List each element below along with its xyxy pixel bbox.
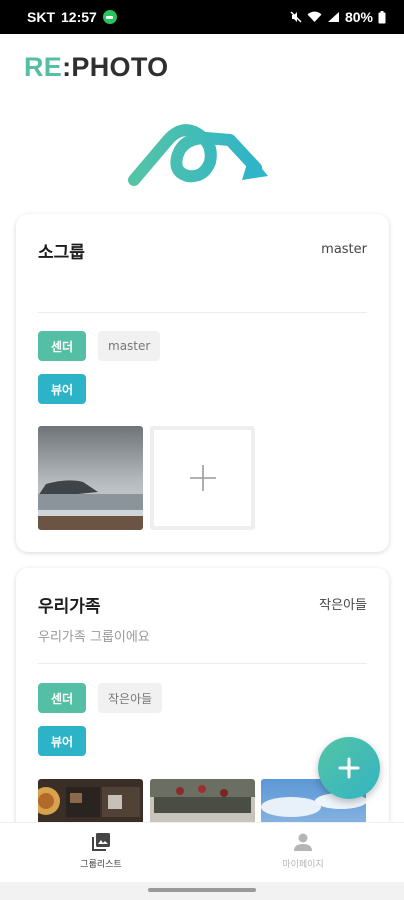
divider [38, 663, 367, 664]
message-notification-icon [102, 10, 117, 24]
group-name: 소그룹 [38, 243, 85, 263]
group-owner: 작은아들 [319, 598, 367, 613]
photo-thumbnail[interactable] [38, 426, 143, 530]
group-name: 우리가족 [38, 597, 101, 617]
nav-tab-my-page[interactable]: 마이페이지 [202, 823, 404, 882]
sender-badge: 센더 [38, 331, 86, 361]
sender-name-chip: 작은아들 [98, 683, 163, 713]
brand-logo: RE:PHOTO [24, 52, 168, 83]
battery-icon [378, 10, 386, 23]
brand-prefix: RE [24, 52, 63, 82]
brand-separator: : [62, 52, 72, 82]
add-photo-button[interactable] [150, 426, 255, 530]
divider [38, 312, 367, 313]
sender-badge: 센더 [38, 683, 86, 713]
viewer-badge: 뷰어 [38, 374, 86, 404]
group-card[interactable]: 소그룹 master 센더 master 뷰어 [16, 214, 389, 552]
signal-icon [327, 12, 339, 22]
nav-label: 마이페이지 [282, 860, 324, 870]
gallery-icon [92, 833, 110, 851]
plus-icon [338, 757, 360, 779]
wifi-icon [307, 11, 322, 22]
group-description: 우리가족 그룹이에요 [38, 630, 150, 645]
nav-tab-group-list[interactable]: 그룹리스트 [0, 823, 202, 882]
brand-suffix: PHOTO [71, 52, 169, 82]
battery-percent: 80% [344, 9, 373, 25]
carrier-label: SKT [27, 9, 55, 25]
person-icon [294, 833, 312, 851]
nav-label: 그룹리스트 [80, 860, 122, 870]
hero-arrow-illustration [128, 124, 268, 186]
home-gesture-handle[interactable] [148, 888, 256, 892]
add-group-fab[interactable] [318, 737, 380, 799]
group-owner: master [321, 242, 367, 257]
plus-icon [189, 465, 216, 491]
mute-icon [290, 11, 302, 23]
bottom-navigation: 그룹리스트 마이페이지 [0, 822, 404, 882]
sender-name-chip: master [98, 331, 161, 361]
clock: 12:57 [61, 9, 97, 25]
status-bar: SKT 12:57 80% [0, 0, 404, 34]
viewer-badge: 뷰어 [38, 726, 86, 756]
